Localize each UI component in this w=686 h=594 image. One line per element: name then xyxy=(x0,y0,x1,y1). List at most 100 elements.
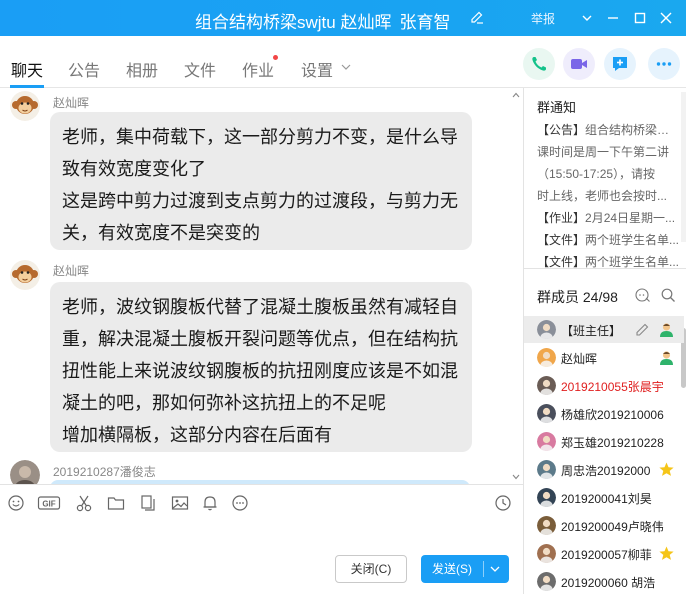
member-name: 2019200049卢晓伟 xyxy=(561,520,664,534)
edit-icon[interactable] xyxy=(634,321,651,338)
group-sub-name: 张育智 xyxy=(399,13,451,32)
folder-icon[interactable] xyxy=(106,493,126,513)
member-name: 周忠浩20192000 xyxy=(561,464,651,478)
edit-name-icon[interactable] xyxy=(470,10,484,24)
search-members-icon[interactable] xyxy=(660,287,676,303)
message-bubble[interactable]: 老师，集中荷载下，这一部分剪力不变，是什么导致有效宽度变化了 这是跨中剪力过渡到… xyxy=(50,112,472,250)
member-row[interactable]: 杨雄欣2019210006 xyxy=(524,400,684,427)
notice-line[interactable]: 【公告】组合结构桥梁的上 xyxy=(537,119,680,141)
member-avatar[interactable] xyxy=(537,376,556,395)
members-chat-icon[interactable] xyxy=(635,287,651,303)
avatar[interactable] xyxy=(10,460,40,484)
member-avatar[interactable] xyxy=(537,572,556,591)
member-row[interactable]: 2019200041刘昊 xyxy=(524,484,684,511)
homework-notification-dot xyxy=(273,55,278,60)
member-avatar[interactable] xyxy=(537,320,556,339)
avatar[interactable] xyxy=(10,260,40,290)
member-row[interactable]: 赵灿晖 xyxy=(524,344,684,371)
member-avatar[interactable] xyxy=(537,460,556,479)
member-avatar[interactable] xyxy=(537,404,556,423)
member-name: 赵灿晖 xyxy=(561,352,598,366)
video-call-button[interactable] xyxy=(563,48,595,80)
more-dots-icon xyxy=(656,62,672,66)
share-screen-button[interactable] xyxy=(604,48,636,80)
tab-files[interactable]: 文件 xyxy=(184,57,216,81)
panel-divider xyxy=(524,268,686,269)
member-row[interactable]: 2019210055张晨宇 xyxy=(524,372,684,399)
member-row[interactable]: 周忠浩20192000 xyxy=(524,456,684,483)
chat-message-area[interactable]: 赵灿晖 老师，集中荷载下，这一部分剪力不变，是什么导致有效宽度变化了 这是跨中剪… xyxy=(0,88,523,484)
teacher-badge-icon xyxy=(660,323,673,337)
member-row[interactable]: 2019200057柳菲 xyxy=(524,540,684,567)
message-text: 老师，集中荷载下，这一部分剪力不变，是什么导致有效宽度变化了 xyxy=(62,127,458,179)
gif-icon[interactable]: GIF xyxy=(37,493,61,513)
scissors-icon[interactable] xyxy=(74,493,94,513)
member-avatar[interactable] xyxy=(537,432,556,451)
history-clock-icon[interactable] xyxy=(493,493,513,513)
emoji-icon[interactable] xyxy=(6,493,26,513)
message-sender-name: 赵灿晖 xyxy=(53,96,90,110)
notice-line[interactable]: 【作业】2月24日星期一... xyxy=(537,207,680,229)
svg-text:GIF: GIF xyxy=(42,500,55,509)
more-options-button[interactable] xyxy=(648,48,680,80)
window-title: 组合结构桥梁swjtu 赵灿晖 张育智 xyxy=(195,8,450,33)
qq-group-chat-window: 组合结构桥梁swjtu 赵灿晖张育智 举报 聊天 公告 相册 文件 作业 设置 xyxy=(0,0,686,594)
notice-line[interactable]: 课时间是周一下午第二讲 xyxy=(537,141,680,163)
members-section-title: 群成员 24/98 xyxy=(537,289,618,305)
notice-line[interactable]: 【文件】两个班学生名单... xyxy=(537,229,680,251)
message-text: 老师，波纹钢腹板代替了混凝土腹板虽然有减轻自重，解决混凝土腹板开裂问题等优点，但… xyxy=(62,297,458,413)
message-bubble[interactable]: 老师，波纹钢腹板代替了混凝土腹板虽然有减轻自重，解决混凝土腹板开裂问题等优点，但… xyxy=(50,282,472,452)
teacher-badge-icon xyxy=(660,351,673,365)
message-text: 这是跨中剪力过渡到支点剪力的过渡段，与剪力无关，有效宽度不是突变的 xyxy=(62,191,458,243)
report-link[interactable]: 举报 xyxy=(531,10,555,27)
member-avatar[interactable] xyxy=(537,488,556,507)
member-avatar[interactable] xyxy=(537,544,556,563)
tab-announcement[interactable]: 公告 xyxy=(68,57,100,81)
member-name: 郑玉雄2019210228 xyxy=(561,436,664,450)
tab-album[interactable]: 相册 xyxy=(126,57,158,81)
phone-icon xyxy=(532,57,546,71)
member-row[interactable]: 2019200049卢晓伟 xyxy=(524,512,684,539)
close-window-icon[interactable] xyxy=(654,6,678,30)
member-avatar[interactable] xyxy=(537,516,556,535)
notice-line[interactable]: （15:50-17:25），请按 xyxy=(537,163,680,185)
tab-bar: 聊天 公告 相册 文件 作业 设置 xyxy=(0,36,686,88)
member-name: 2019210055张晨宇 xyxy=(561,380,664,394)
bell-icon[interactable] xyxy=(200,493,220,513)
member-avatar[interactable] xyxy=(537,348,556,367)
maximize-icon[interactable] xyxy=(628,6,652,30)
monkey-avatar-icon xyxy=(10,91,40,121)
notice-line[interactable]: 【文件】两个班学生名单... xyxy=(537,251,680,273)
more-icon[interactable] xyxy=(230,493,250,513)
scroll-down-icon[interactable] xyxy=(512,474,520,480)
photo-avatar-icon xyxy=(10,460,40,484)
chevron-down-icon[interactable] xyxy=(341,63,351,71)
member-name: 2019200057柳菲 xyxy=(561,548,652,562)
send-button[interactable]: 发送(S) xyxy=(421,555,509,583)
send-options-chevron-icon[interactable] xyxy=(490,566,500,572)
tab-homework[interactable]: 作业 xyxy=(242,57,274,81)
group-info-panel: 群通知 【公告】组合结构桥梁的上 课时间是周一下午第二讲 （15:50-17:2… xyxy=(523,88,686,594)
dropdown-menu-icon[interactable] xyxy=(575,6,599,30)
notice-line[interactable]: 时上线，老师也会按时... xyxy=(537,185,680,207)
tab-settings[interactable]: 设置 xyxy=(301,57,333,81)
chat-scrollbar[interactable] xyxy=(509,88,523,484)
image-icon[interactable] xyxy=(170,493,190,513)
member-row[interactable]: 郑玉雄2019210228 xyxy=(524,428,684,455)
notice-list[interactable]: 【公告】组合结构桥梁的上 课时间是周一下午第二讲 （15:50-17:25），请… xyxy=(537,119,680,273)
scroll-up-icon[interactable] xyxy=(512,92,520,98)
star-badge-icon xyxy=(659,546,674,560)
member-name: 杨雄欣2019210006 xyxy=(561,408,664,422)
send-button-divider xyxy=(483,561,484,577)
notice-section-title: 群通知 xyxy=(537,100,577,115)
voice-call-button[interactable] xyxy=(523,48,555,80)
avatar[interactable] xyxy=(10,91,40,121)
tab-chat[interactable]: 聊天 xyxy=(11,57,43,81)
message-text: 增加横隔板，这部分内容在后面有 xyxy=(62,425,332,445)
minimize-icon[interactable] xyxy=(601,6,625,30)
member-row[interactable]: 2019200060 胡浩 xyxy=(524,568,684,594)
member-row[interactable]: 【班主任】 xyxy=(524,316,684,343)
close-button[interactable]: 关闭(C) xyxy=(335,555,407,583)
documents-icon[interactable] xyxy=(138,493,158,513)
notice-scrollbar[interactable] xyxy=(681,92,686,242)
